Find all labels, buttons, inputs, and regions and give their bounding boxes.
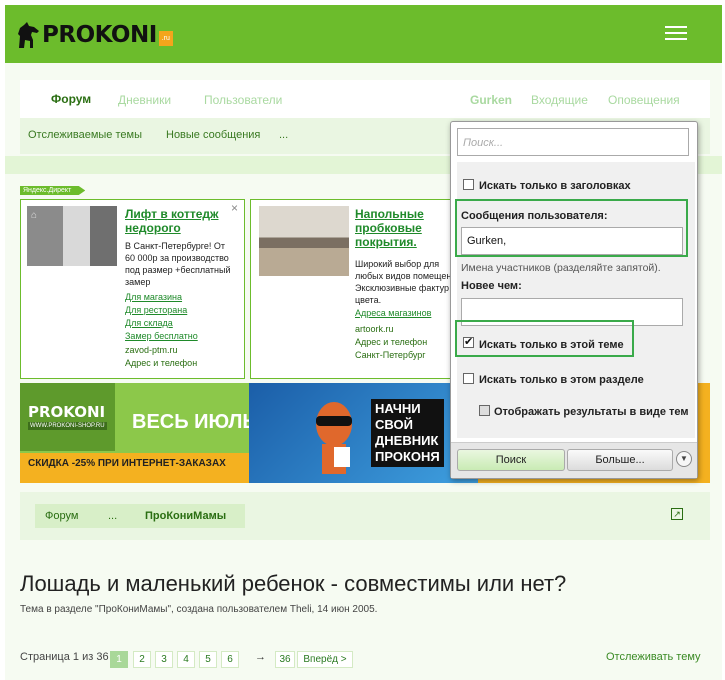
main-nav: Форум Дневники Пользователи Gurken Входя… bbox=[20, 80, 710, 118]
page-label: Страница 1 из 36 bbox=[20, 651, 109, 663]
ad-contact[interactable]: Адрес и телефон bbox=[125, 358, 197, 368]
alerts-link[interactable]: Оповещения bbox=[608, 93, 680, 107]
subnav-new-posts[interactable]: Новые сообщения bbox=[166, 129, 260, 141]
ad-contact[interactable]: Адрес и телефон bbox=[355, 337, 427, 347]
ad-image[interactable] bbox=[27, 206, 117, 266]
page-jump-arrow-icon[interactable]: → bbox=[255, 651, 266, 668]
ad-link[interactable]: Замер бесплатно bbox=[125, 331, 198, 341]
ad-card-lift[interactable]: ⌂ × Лифт в коттедж недорого В Санкт-Петер… bbox=[20, 199, 245, 379]
banner-headline: ВЕСЬ ИЮЛЬ bbox=[132, 411, 249, 433]
logo-tld: .ru bbox=[158, 30, 173, 46]
close-icon[interactable]: × bbox=[231, 201, 238, 215]
ad-title[interactable]: Лифт в коттедж недорого bbox=[125, 207, 219, 235]
menu-hamburger-icon[interactable] bbox=[665, 25, 689, 43]
ad-title[interactable]: Напольные пробковые покрытия. bbox=[355, 207, 424, 249]
site-logo[interactable]: PROKONI .ru bbox=[15, 20, 173, 50]
ad-link[interactable]: Для ресторана bbox=[125, 305, 187, 315]
tab-diaries[interactable]: Дневники bbox=[118, 93, 171, 107]
newer-than-label: Новее чем: bbox=[461, 280, 522, 292]
tab-forum[interactable]: Форум bbox=[36, 80, 107, 118]
search-buttons-bar: Поиск Больше... ▼ bbox=[451, 442, 697, 478]
tab-users[interactable]: Пользователи bbox=[204, 93, 282, 107]
external-link-icon[interactable]: ↗ bbox=[671, 508, 683, 520]
search-button[interactable]: Поиск bbox=[457, 449, 565, 471]
subnav-more[interactable]: ... bbox=[279, 129, 288, 141]
more-options-button[interactable]: Больше... bbox=[567, 449, 673, 471]
inbox-link[interactable]: Входящие bbox=[531, 93, 588, 107]
page-link[interactable]: 5 bbox=[199, 651, 217, 668]
horse-logo-icon bbox=[18, 22, 39, 48]
watch-thread-link[interactable]: Отслеживать тему bbox=[606, 651, 701, 668]
ad-link[interactable]: Для магазина bbox=[125, 292, 182, 302]
banner-brand: PROKONI bbox=[28, 403, 106, 421]
logo-text: PROKONI bbox=[42, 22, 157, 48]
page-link[interactable]: 3 bbox=[155, 651, 173, 668]
as-threads-label[interactable]: Отображать результаты в виде тем bbox=[494, 406, 689, 418]
highlight-posted-by bbox=[455, 199, 688, 257]
shop-banner[interactable]: PROKONI WWW.PROKONI-SHOP.RU ВЕСЬ ИЮЛЬ СК… bbox=[20, 383, 249, 483]
page-link-current[interactable]: 1 bbox=[110, 651, 128, 668]
diary-banner[interactable]: НАЧНИ СВОЙ ДНЕВНИК ПРОКОНЯ bbox=[249, 383, 478, 483]
page-link[interactable]: 6 bbox=[221, 651, 239, 668]
house-icon: ⌂ bbox=[31, 210, 38, 221]
ad-domain[interactable]: zavod-ptm.ru bbox=[125, 345, 178, 355]
search-popup: Поиск... Искать только в заголовках Сооб… bbox=[450, 121, 698, 479]
titles-only-label[interactable]: Искать только в заголовках bbox=[479, 180, 631, 192]
banner-url: WWW.PROKONI-SHOP.RU bbox=[28, 422, 107, 430]
chevron-down-icon[interactable]: ▼ bbox=[676, 451, 692, 467]
posted-by-hint: Имена участников (разделяйте запятой). bbox=[461, 262, 661, 274]
titles-only-checkbox[interactable] bbox=[463, 179, 474, 190]
ad-description: В Санкт-Петербурге! От 60 000р за произво… bbox=[125, 241, 231, 287]
user-menu[interactable]: Gurken bbox=[470, 93, 512, 107]
subnav-watched-threads[interactable]: Отслеживаемые темы bbox=[28, 129, 142, 141]
page-link[interactable]: 2 bbox=[133, 651, 151, 668]
yandex-direct-label[interactable]: Яндекс.Директ bbox=[20, 186, 86, 195]
ad-domain[interactable]: artoork.ru bbox=[355, 324, 394, 334]
ad-city[interactable]: Санкт-Петербург bbox=[355, 350, 426, 360]
breadcrumb: Форум ... ПроКониМамы ↗ bbox=[20, 492, 710, 540]
ad-image[interactable] bbox=[259, 206, 349, 276]
page-link-last[interactable]: 36 bbox=[275, 651, 295, 668]
page-link[interactable]: 4 bbox=[177, 651, 195, 668]
banner-slogan: НАЧНИ СВОЙ ДНЕВНИК ПРОКОНЯ bbox=[371, 399, 444, 467]
breadcrumb-forum[interactable]: Форум bbox=[35, 504, 105, 528]
this-forum-checkbox[interactable] bbox=[463, 373, 474, 384]
banner-sale: СКИДКА -25% ПРИ ИНТЕРНЕТ-ЗАКАЗАХ bbox=[28, 458, 226, 469]
as-threads-checkbox[interactable] bbox=[479, 405, 490, 416]
highlight-this-thread bbox=[455, 320, 634, 357]
thread-title: Лошадь и маленький ребенок - совместимы … bbox=[20, 571, 567, 596]
thread-meta: Тема в разделе "ПроКониМамы", создана по… bbox=[20, 604, 378, 615]
this-forum-label[interactable]: Искать только в этом разделе bbox=[479, 374, 644, 386]
ad-link[interactable]: Для склада bbox=[125, 318, 173, 328]
site-header: PROKONI .ru bbox=[5, 5, 722, 63]
next-page-link[interactable]: Вперёд > bbox=[297, 651, 353, 668]
ad-card-flooring[interactable]: Напольные пробковые покрытия. Широкий выбо… bbox=[250, 199, 475, 379]
ad-link[interactable]: Адреса магазинов bbox=[355, 308, 431, 318]
search-input[interactable]: Поиск... bbox=[457, 128, 689, 156]
breadcrumb-current[interactable]: ПроКониМамы bbox=[135, 504, 245, 528]
cartoon-horse-image bbox=[316, 402, 352, 474]
